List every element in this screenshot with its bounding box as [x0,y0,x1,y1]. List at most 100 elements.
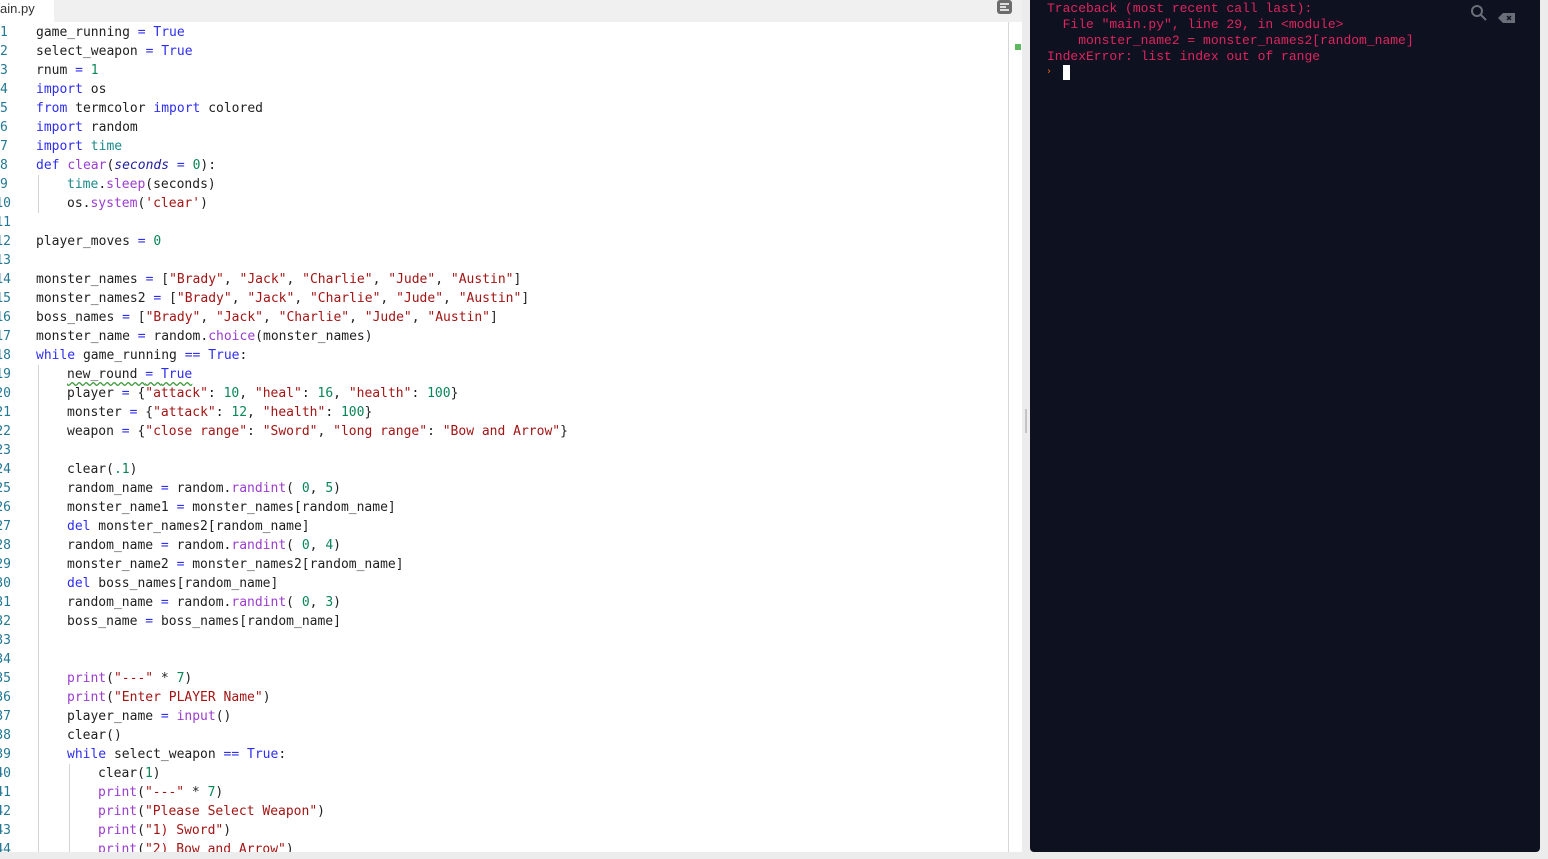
line-number: 29 [0,557,11,572]
code-text: print("2) Bow and Arrow") [98,842,294,852]
code-line[interactable]: 10 os.system('clear') [0,194,1008,213]
code-text: while game_running == True: [36,348,248,363]
line-number: 8 [0,158,8,173]
code-line[interactable]: 16 boss_names = ["Brady", "Jack", "Charli… [0,308,1008,327]
line-number: 26 [0,500,11,515]
code-line[interactable]: 27 del monster_names2[random_name] [0,517,1008,536]
code-line[interactable]: 23 [0,441,1008,460]
code-line[interactable]: 6 import random [0,118,1008,137]
line-number: 38 [0,728,11,743]
search-icon[interactable] [1470,4,1488,22]
code-line[interactable]: 22 weapon = {"close range": "Sword", "lon… [0,422,1008,441]
code-line[interactable]: 15 monster_names2 = ["Brady", "Jack", "Ch… [0,289,1008,308]
code-line[interactable]: 11 [0,213,1008,232]
line-number: 43 [0,823,11,838]
code-line[interactable]: 2 select_weapon = True [0,42,1008,61]
code-line[interactable]: 31 random_name = random.randint( 0, 3) [0,593,1008,612]
code-line[interactable]: 32 boss_name = boss_names[random_name] [0,612,1008,631]
code-text: boss_names = ["Brady", "Jack", "Charlie"… [36,310,498,325]
code-line[interactable]: 28 random_name = random.randint( 0, 4) [0,536,1008,555]
line-number: 14 [0,272,11,287]
indent-guide [69,764,70,783]
indent-guide [38,764,39,783]
code-line[interactable]: 33 [0,631,1008,650]
code-line[interactable]: 39 while select_weapon == True: [0,745,1008,764]
line-number: 5 [0,101,8,116]
code-line[interactable]: 34 [0,650,1008,669]
code-text: del boss_names[random_name] [67,576,279,591]
code-line[interactable]: 40 clear(1) [0,764,1008,783]
code-line[interactable]: 19 new_round = True [0,365,1008,384]
code-line[interactable]: 24 clear(.1) [0,460,1008,479]
code-line[interactable]: 5 from termcolor import colored [0,99,1008,118]
line-number: 37 [0,709,11,724]
code-text: monster = {"attack": 12, "health": 100} [67,405,373,420]
editor-pane: ain.py 1 game_running = True 2 select_weapo… [0,0,1022,852]
line-number: 10 [0,196,11,211]
code-line[interactable]: 41 print("---" * 7) [0,783,1008,802]
code-editor[interactable]: 1 game_running = True 2 select_weapon = Tru… [0,22,1010,852]
file-tab[interactable]: ain.py [0,0,54,22]
indent-guide [38,802,39,821]
line-number: 16 [0,310,11,325]
line-number: 23 [0,443,11,458]
line-number: 7 [0,139,8,154]
code-line[interactable]: 42 print("Please Select Weapon") [0,802,1008,821]
code-line[interactable]: 8 def clear(seconds = 0): [0,156,1008,175]
indent-guide [38,365,39,384]
line-number: 41 [0,785,11,800]
code-line[interactable]: 44 print("2) Bow and Arrow") [0,840,1008,852]
console-cursor[interactable] [1063,65,1070,80]
indent-guide [38,821,39,840]
console-pane[interactable]: Traceback (most recent call last): File … [1030,0,1540,852]
code-text: time.sleep(seconds) [67,177,216,192]
code-line[interactable]: 9 time.sleep(seconds) [0,175,1008,194]
code-text: weapon = {"close range": "Sword", "long … [67,424,568,439]
code-line[interactable]: 20 player = {"attack": 10, "heal": 16, "h… [0,384,1008,403]
code-line[interactable]: 30 del boss_names[random_name] [0,574,1008,593]
code-line[interactable]: 37 player_name = input() [0,707,1008,726]
code-line[interactable]: 29 monster_name2 = monster_names2[random_… [0,555,1008,574]
code-line[interactable]: 12 player_moves = 0 [0,232,1008,251]
code-line[interactable]: 17 monster_name = random.choice(monster_n… [0,327,1008,346]
code-line[interactable]: 18 while game_running == True: [0,346,1008,365]
pane-splitter[interactable] [1022,0,1030,859]
code-line[interactable]: 3 rnum = 1 [0,61,1008,80]
code-text: while select_weapon == True: [67,747,287,762]
line-number: 21 [0,405,11,420]
indent-guide [38,555,39,574]
format-code-button[interactable] [997,0,1012,14]
line-number: 20 [0,386,11,401]
line-number: 25 [0,481,11,496]
line-number: 24 [0,462,11,477]
line-number: 31 [0,595,11,610]
clear-console-icon[interactable] [1498,8,1516,23]
indent-guide [38,422,39,441]
code-line[interactable]: 7 import time [0,137,1008,156]
code-line[interactable]: 35 print("---" * 7) [0,669,1008,688]
code-text: print("---" * 7) [67,671,193,686]
code-text: import time [36,139,123,154]
code-line[interactable]: 4 import os [0,80,1008,99]
line-number: 36 [0,690,11,705]
code-line[interactable]: 36 print("Enter PLAYER Name") [0,688,1008,707]
indent-guide [38,175,39,194]
code-line[interactable]: 13 [0,251,1008,270]
code-line[interactable]: 25 random_name = random.randint( 0, 5) [0,479,1008,498]
code-line[interactable]: 38 clear() [0,726,1008,745]
code-line[interactable]: 14 monster_names = ["Brady", "Jack", "Cha… [0,270,1008,289]
code-line[interactable]: 43 print("1) Sword") [0,821,1008,840]
indent-guide [38,745,39,764]
code-text: monster_name2 = monster_names2[random_na… [67,557,404,572]
code-text: monster_names2 = ["Brady", "Jack", "Char… [36,291,530,306]
indent-guide [38,593,39,612]
code-line[interactable]: 26 monster_name1 = monster_names[random_n… [0,498,1008,517]
file-tab-label: ain.py [0,1,35,16]
code-line[interactable]: 21 monster = {"attack": 12, "health": 100… [0,403,1008,422]
splitter-handle[interactable] [1025,409,1027,433]
indent-guide [69,802,70,821]
line-number: 34 [0,652,11,667]
code-text: print("1) Sword") [98,823,232,838]
overview-ruler[interactable] [1008,22,1022,852]
code-line[interactable]: 1 game_running = True [0,23,1008,42]
